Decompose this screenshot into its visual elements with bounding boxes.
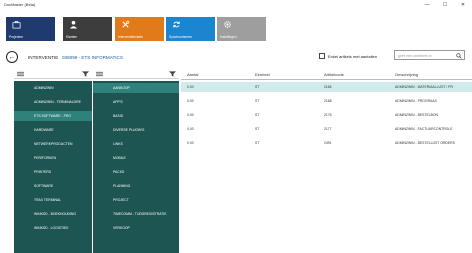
articles-grid: Aantal Eenheid Artikelcode Omschrijving …: [181, 69, 472, 149]
column-header-omschrijving[interactable]: Omschrijving: [395, 72, 418, 77]
category-item[interactable]: WINKSD - LOGISTIEK: [14, 223, 92, 233]
maximize-button[interactable]: ☐: [436, 0, 454, 9]
search-icon[interactable]: [456, 52, 462, 59]
filter-icon[interactable]: [82, 71, 89, 77]
subcategory-item[interactable]: PROJECT: [93, 195, 179, 205]
subcategory-item[interactable]: MOBILE: [93, 153, 179, 163]
close-button[interactable]: ✕: [454, 0, 472, 9]
category-panel: ADMINZWIN ADMINZWIN - TERMINALDRE ETS SO…: [14, 69, 92, 253]
subcategory-item[interactable]: DIVERSE PLUGIN'S: [93, 125, 179, 135]
category-item[interactable]: ADMINZWIN - TERMINALDRE: [14, 97, 92, 107]
category-item[interactable]: PRINTERS: [14, 167, 92, 177]
sync-icon: [173, 21, 180, 28]
search-placeholder: geef een zoekterm in: [398, 53, 432, 58]
only-with-quantities-label: Enkel artikels met aantallen: [328, 54, 377, 59]
category-item[interactable]: SOFTWARE: [14, 181, 92, 191]
subcategory-panel-header: [93, 69, 179, 79]
tile-klanten[interactable]: Klanten: [63, 17, 112, 41]
category-item[interactable]: TRAX TERMINAL: [14, 195, 92, 205]
app-title: DocMaster (Beta): [4, 2, 36, 7]
gear-icon: [224, 21, 231, 28]
subcategory-item[interactable]: TIMECOMM - TIJDSREGISTRATIE: [93, 209, 179, 219]
title-bar: DocMaster (Beta) — ☐ ✕: [0, 0, 472, 9]
tile-label: Klanten: [66, 35, 78, 39]
tile-synchroniseren[interactable]: Synchroniseren: [166, 17, 215, 41]
category-item[interactable]: PERIFORKEN: [14, 153, 92, 163]
category-panel-header: [14, 69, 92, 79]
tile-projecten[interactable]: Projecten: [6, 17, 55, 41]
subcategory-item[interactable]: LINKS: [93, 139, 179, 149]
subcategory-list: AANKOOP APP'S BASIS DIVERSE PLUGIN'S LIN…: [93, 81, 179, 253]
filter-icon[interactable]: [169, 71, 176, 77]
category-item[interactable]: NETWERKPRODUCTEN: [14, 139, 92, 149]
only-with-quantities-checkbox[interactable]: [319, 53, 325, 59]
subcategory-item-selected[interactable]: AANKOOP: [93, 83, 179, 93]
tile-label: Instellingen: [220, 35, 237, 39]
subcategory-item[interactable]: PACKS: [93, 167, 179, 177]
briefcase-icon: [12, 20, 21, 29]
breadcrumb-detail[interactable]: 036099 - ETS INFORMATICS: [62, 55, 123, 60]
subcategory-item[interactable]: APP'S: [93, 97, 179, 107]
header-bar: ← INTERVENTIE 036099 - ETS INFORMATICS E…: [0, 45, 472, 69]
list-icon[interactable]: [96, 71, 103, 77]
category-item[interactable]: WINKSD - BOEKHOUDING: [14, 209, 92, 219]
back-button[interactable]: ←: [6, 51, 18, 63]
window-controls: — ☐ ✕: [418, 0, 472, 9]
subcategory-panel: AANKOOP APP'S BASIS DIVERSE PLUGIN'S LIN…: [93, 69, 179, 253]
category-item[interactable]: ADMINZWIN: [14, 83, 92, 93]
tile-interventietickets[interactable]: Interventietickets: [115, 17, 164, 41]
subcategory-item[interactable]: PLANNING: [93, 181, 179, 191]
arrow-left-icon: ←: [8, 53, 16, 61]
tile-label: Projecten: [9, 35, 23, 39]
category-list: ADMINZWIN ADMINZWIN - TERMINALDRE ETS SO…: [14, 81, 92, 253]
subcategory-item[interactable]: BASIS: [93, 111, 179, 121]
column-header-eenheid[interactable]: Eenheid: [255, 72, 270, 77]
tile-label: Interventietickets: [118, 35, 143, 39]
list-icon[interactable]: [17, 71, 24, 77]
grid-header: Aantal Eenheid Artikelcode Omschrijving: [181, 69, 472, 80]
table-row[interactable]: 0,00 ST 2491 ADMINZWIN - BESTELLIJST ORD…: [181, 138, 472, 148]
column-header-aantal[interactable]: Aantal: [187, 72, 198, 77]
breadcrumb-section: INTERVENTIE: [28, 55, 59, 60]
table-row[interactable]: 0,00 ST 2168 ADMINZWIN - PROGRAAS: [181, 96, 472, 106]
minimize-button[interactable]: —: [418, 0, 436, 9]
tools-icon: [122, 20, 130, 28]
column-header-artikelcode[interactable]: Artikelcode: [324, 72, 344, 77]
table-row-selected[interactable]: 0,00 ST 2166 ADMINZWIN - MATERIAALLIJST …: [181, 82, 472, 92]
tile-instellingen[interactable]: Instellingen: [217, 17, 266, 41]
category-item[interactable]: HARDWARE: [14, 125, 92, 135]
tile-label: Synchroniseren: [169, 35, 192, 39]
person-icon: [69, 20, 78, 29]
table-row[interactable]: 0,00 ST 2177 ADMINZWIN - FACTUURCONTROLE: [181, 124, 472, 134]
category-item-selected[interactable]: ETS SOFTWARE - PRO: [14, 111, 92, 121]
subcategory-item[interactable]: VERKOOP: [93, 223, 179, 233]
table-row[interactable]: 0,00 ST 2176 ADMINZWIN - BESTELBON: [181, 110, 472, 120]
search-input[interactable]: geef een zoekterm in: [394, 50, 465, 60]
